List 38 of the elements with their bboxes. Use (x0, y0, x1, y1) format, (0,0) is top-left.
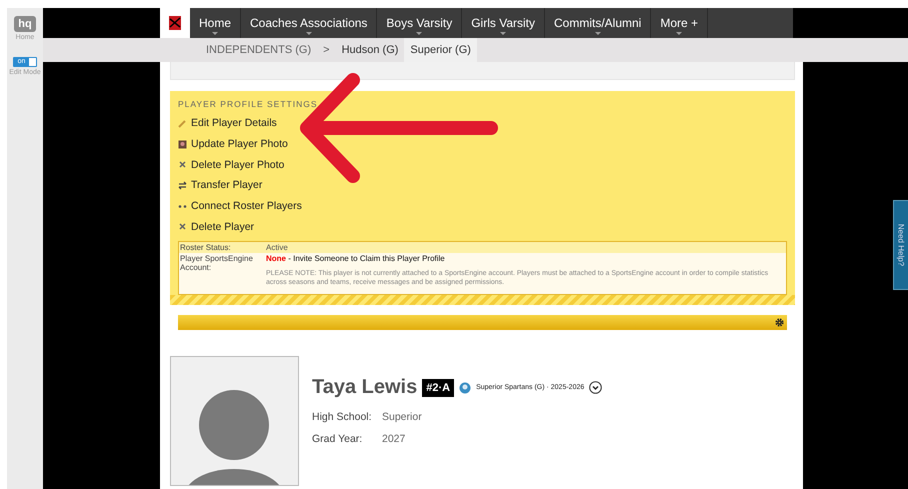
caret-icon (676, 32, 682, 35)
breadcrumb-item[interactable]: Hudson (G) (336, 38, 404, 62)
field-label: High School: (312, 411, 373, 424)
panel-title: PLAYER PROFILE SETTINGS (178, 99, 319, 109)
breadcrumb-item[interactable]: Superior (G) (404, 38, 477, 62)
caret-icon (416, 32, 422, 35)
field-value: 2027 (382, 433, 406, 446)
settings-action[interactable]: Edit Player Details (178, 113, 787, 134)
close-icon (178, 160, 187, 170)
settings-action[interactable]: Delete Player Photo (178, 154, 787, 176)
caret-icon (500, 32, 506, 35)
caret-icon (594, 32, 601, 35)
player-name: Taya Lewis (312, 376, 418, 400)
settings-action[interactable]: Transfer Player (178, 175, 787, 196)
settings-action[interactable]: Delete Player (178, 216, 787, 238)
field-value: Superior (382, 411, 423, 424)
breadcrumb-separator: > (322, 44, 331, 56)
info-label: Player SportsEngine Account: (180, 254, 254, 274)
pencil-icon (178, 118, 187, 128)
caret-icon (306, 32, 312, 35)
info-value: Active (266, 243, 289, 252)
help-tab[interactable]: Need Help? (893, 200, 908, 290)
team-logo-icon (459, 382, 472, 394)
info-label: Roster Status: (180, 243, 232, 252)
photo-icon (178, 140, 187, 149)
logo-icon[interactable] (168, 15, 182, 31)
field-label: Grad Year: (312, 433, 364, 446)
settings-action[interactable]: Update Player Photo (178, 134, 787, 154)
caret-icon (212, 32, 218, 35)
chevron-down-icon[interactable] (589, 381, 602, 394)
close-icon (178, 222, 187, 232)
status-value: None (266, 254, 286, 264)
jersey-number: #2·A (422, 378, 454, 397)
arrows-icon (178, 180, 187, 190)
settings-action[interactable]: Connect Roster Players (178, 196, 787, 216)
breadcrumb-item[interactable]: INDEPENDENTS (G) (200, 38, 318, 62)
settings-icon[interactable] (775, 318, 784, 328)
invite-link[interactable]: - Invite Someone to Claim this Player Profile (288, 254, 445, 264)
